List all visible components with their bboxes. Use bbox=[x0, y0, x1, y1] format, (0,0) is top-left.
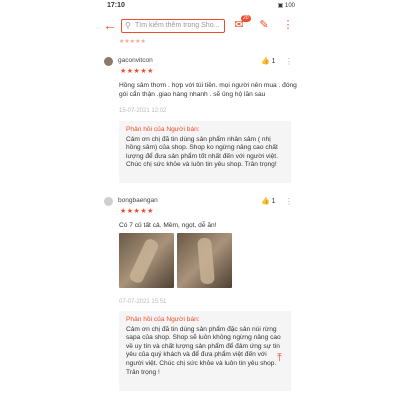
like-count: 1 bbox=[271, 198, 276, 205]
review-more-icon[interactable]: ⋮ bbox=[285, 57, 293, 66]
review-date: 07-07-2021 15:51 bbox=[119, 299, 167, 305]
seller-reply-title: Phản hồi của Người bán: bbox=[126, 316, 200, 323]
search-placeholder: Tìm kiếm thêm trong Sho... bbox=[135, 22, 220, 29]
chat-badge: 20 bbox=[241, 15, 251, 22]
seller-reply: Phản hồi của Người bán: Cảm ơn chị đã ti… bbox=[119, 311, 291, 391]
like-count: 1 bbox=[271, 58, 276, 65]
review-photo[interactable] bbox=[119, 233, 174, 288]
avatar[interactable] bbox=[104, 197, 113, 206]
chat-icon[interactable]: ✉ 20 bbox=[232, 15, 251, 32]
review-photo[interactable] bbox=[177, 233, 232, 288]
more-options-icon[interactable]: ⋮ bbox=[281, 18, 295, 32]
header: ← ⚲ Tìm kiếm thêm trong Sho... ✉ 20 ✎ ⋮ bbox=[97, 14, 303, 38]
status-time: 17:10 bbox=[107, 2, 125, 9]
seller-reply-text: Cảm ơn chị đã tin dùng sản phẩm đặc sản … bbox=[126, 325, 281, 376]
app-screen: 17:10 ▣ 100 ← ⚲ Tìm kiếm thêm trong Sho.… bbox=[97, 0, 303, 400]
review-stars: ★★★★★ bbox=[120, 68, 154, 75]
like-button[interactable]: 👍 1 bbox=[261, 57, 276, 65]
review-more-icon[interactable]: ⋮ bbox=[285, 197, 293, 206]
thumbs-up-icon: 👍 bbox=[261, 198, 270, 205]
previous-review-fragment: ★★★★★ bbox=[97, 38, 303, 46]
review-username: gaconvitcon bbox=[118, 57, 153, 64]
like-button[interactable]: 👍 1 bbox=[261, 197, 276, 205]
back-arrow-icon[interactable]: ← bbox=[103, 18, 117, 32]
edit-icon[interactable]: ✎ bbox=[257, 18, 271, 32]
search-icon: ⚲ bbox=[125, 21, 131, 30]
scroll-to-top-icon[interactable]: ⤒ bbox=[277, 352, 282, 365]
search-input[interactable]: ⚲ Tìm kiếm thêm trong Sho... bbox=[121, 19, 225, 33]
battery-icon: ▣ 100 bbox=[277, 3, 295, 9]
review-username: bongbaengan bbox=[118, 197, 158, 204]
avatar[interactable] bbox=[104, 57, 113, 66]
faded-stars-icon: ★★★★★ bbox=[119, 39, 146, 45]
seller-reply-title: Phản hồi của Người bán: bbox=[126, 126, 200, 133]
review-stars: ★★★★★ bbox=[120, 208, 154, 215]
ginseng-root-image bbox=[127, 237, 161, 285]
review-text: Có 7 củ tất cả. Mềm, ngọt, dễ ăn! bbox=[119, 222, 217, 229]
thumbs-up-icon: 👍 bbox=[261, 58, 270, 65]
status-bar: 17:10 ▣ 100 bbox=[97, 0, 303, 13]
ginseng-root-image bbox=[197, 237, 215, 285]
review-date: 15-07-2021 12:02 bbox=[119, 108, 167, 114]
seller-reply: Phản hồi của Người bán: Cảm ơn chị đã ti… bbox=[119, 121, 291, 183]
seller-reply-text: Cảm ơn chị đã tin dùng sản phẩm nhân sâm… bbox=[126, 135, 278, 169]
review-text: Hồng sâm thơm . hợp với túi tiền. mọi ng… bbox=[119, 82, 297, 98]
